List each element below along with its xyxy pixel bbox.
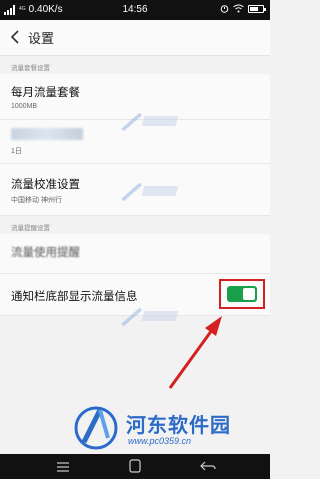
watermark-logo-icon <box>121 307 179 327</box>
watermark-url: www.pc0359.cn <box>128 436 192 446</box>
watermark-logo-icon <box>121 182 179 202</box>
watermark-name: 河东软件园 <box>126 415 231 437</box>
watermark-logo-icon <box>121 112 179 132</box>
watermark-mark <box>116 180 184 209</box>
watermark-logo: 河东软件园 www.pc0359.cn <box>68 404 268 452</box>
site-logo-icon <box>74 406 118 450</box>
watermark-mark <box>116 110 184 139</box>
home-icon[interactable] <box>129 459 141 473</box>
nav-bar <box>0 454 270 479</box>
menu-icon[interactable] <box>56 461 70 473</box>
back-nav-icon[interactable] <box>200 460 216 472</box>
watermark-mark <box>116 305 184 334</box>
